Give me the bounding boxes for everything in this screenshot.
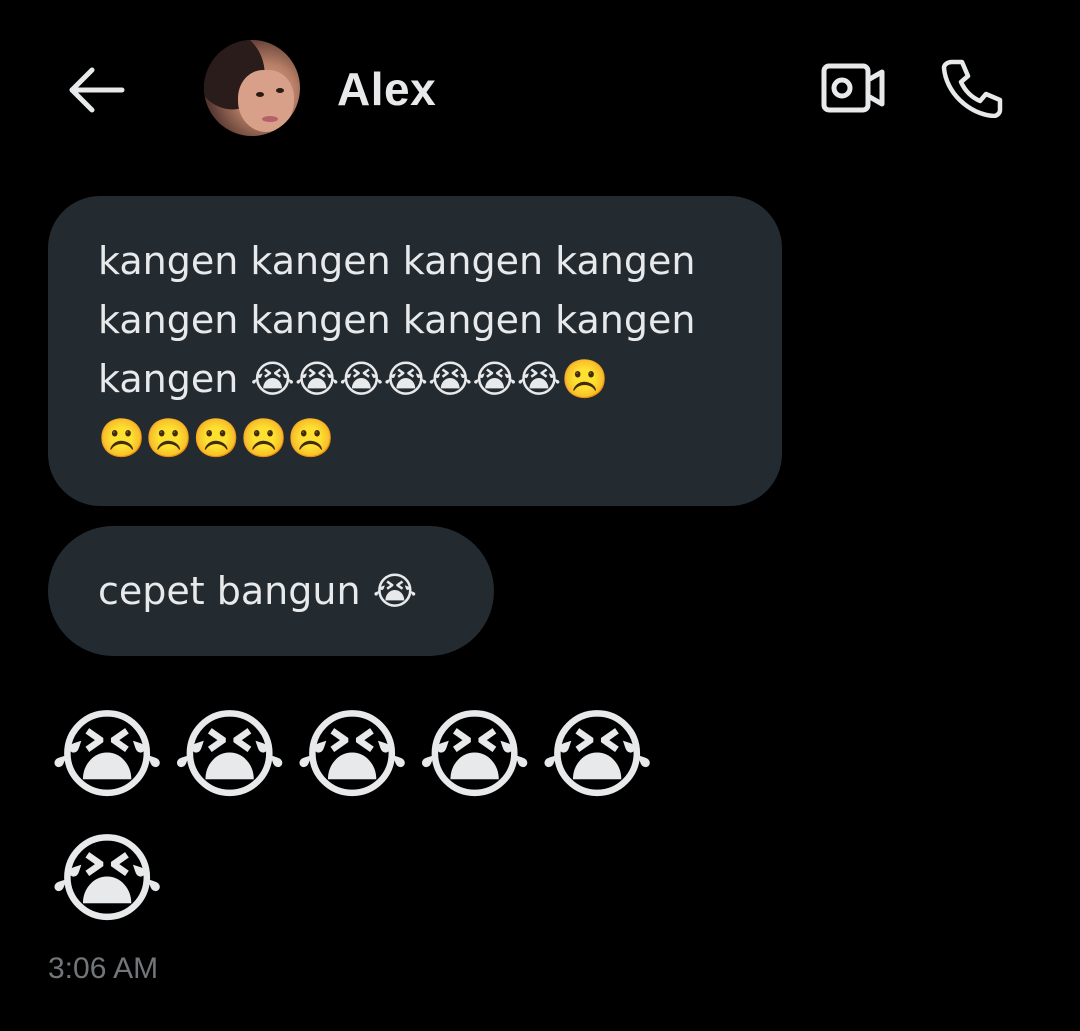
arrow-left-icon bbox=[69, 67, 125, 113]
contact-name[interactable]: Alex bbox=[337, 62, 436, 116]
emoji-message[interactable]: 😭😭😭😭😭 😭 bbox=[50, 694, 690, 942]
phone-icon bbox=[941, 59, 1003, 119]
message-timestamp: 3:06 AM bbox=[48, 952, 159, 985]
voice-call-button[interactable] bbox=[938, 56, 1004, 119]
message-bubble[interactable]: cepet bangun 😭 bbox=[48, 526, 494, 656]
emoji-text: 😭😭😭😭😭 😭 bbox=[50, 699, 663, 937]
avatar[interactable] bbox=[204, 40, 300, 136]
back-button[interactable] bbox=[62, 60, 132, 120]
conversation-header: Alex bbox=[0, 0, 1080, 180]
video-camera-icon bbox=[821, 63, 885, 113]
message-text: kangen kangen kangen kangen kangen kange… bbox=[98, 239, 696, 460]
message-text: cepet bangun 😭 bbox=[98, 569, 418, 613]
video-call-button[interactable] bbox=[820, 60, 886, 116]
message-bubble[interactable]: kangen kangen kangen kangen kangen kange… bbox=[48, 196, 782, 506]
